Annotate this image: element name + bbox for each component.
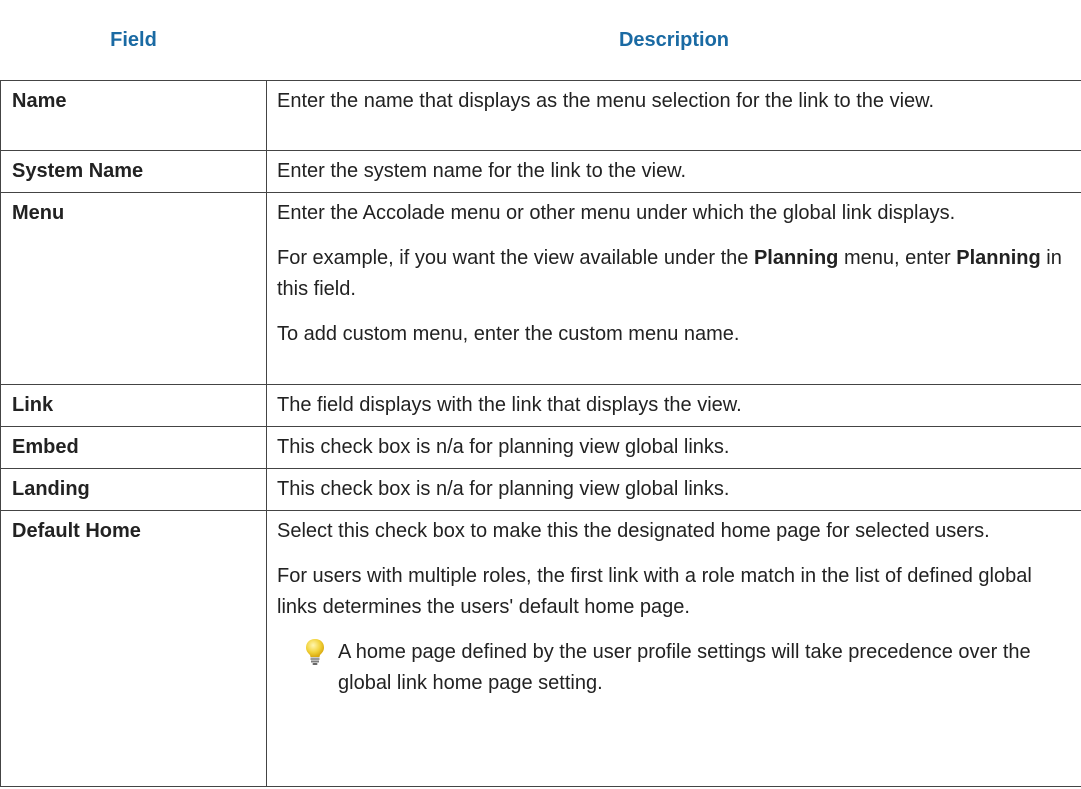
example-text: For example, if you want the view availa… — [277, 243, 1071, 305]
field-name: Default Home — [0, 510, 267, 787]
description-text: To add custom menu, enter the custom men… — [277, 323, 740, 345]
example-bold-planning: Planning — [753, 247, 839, 269]
field-name: Landing — [0, 468, 267, 511]
tip-note: A home page defined by the user profile … — [277, 637, 1071, 699]
description-text: For users with multiple roles, the first… — [277, 565, 1032, 618]
description-text: Enter the system name for the link to th… — [277, 160, 687, 182]
description-text: Select this check box to make this the d… — [277, 520, 990, 542]
field-description: This check box is n/a for planning view … — [266, 468, 1081, 511]
table-header: Field Description — [0, 0, 1081, 81]
table-row: Landing This check box is n/a for planni… — [0, 468, 1081, 511]
field-name: Embed — [0, 426, 267, 469]
field-name: Menu — [0, 192, 267, 385]
example-pre: For example, if you want the view availa… — [277, 247, 754, 269]
table-row: Menu Enter the Accolade menu or other me… — [0, 192, 1081, 385]
description-text: The field displays with the link that di… — [277, 394, 742, 416]
field-description: Enter the name that displays as the menu… — [266, 80, 1081, 151]
description-text: This check box is n/a for planning view … — [277, 478, 730, 500]
field-description: Enter the system name for the link to th… — [266, 150, 1081, 193]
description-text: This check box is n/a for planning view … — [277, 436, 730, 458]
fields-table: Field Description Name Enter the name th… — [0, 0, 1081, 787]
tip-text: A home page defined by the user profile … — [338, 641, 1031, 694]
table-row: Link The field displays with the link th… — [0, 384, 1081, 427]
field-name: Link — [0, 384, 267, 427]
table-row: Default Home Select this check box to ma… — [0, 510, 1081, 787]
table-row: Embed This check box is n/a for planning… — [0, 426, 1081, 469]
field-name: Name — [0, 80, 267, 151]
field-description: The field displays with the link that di… — [266, 384, 1081, 427]
field-description: Select this check box to make this the d… — [266, 510, 1081, 787]
field-description: This check box is n/a for planning view … — [266, 426, 1081, 469]
table-row: Name Enter the name that displays as the… — [0, 80, 1081, 151]
header-description: Description — [266, 0, 1081, 81]
header-field: Field — [0, 0, 267, 81]
example-mid: menu, enter — [838, 247, 957, 269]
field-name: System Name — [0, 150, 267, 193]
description-text: Enter the name that displays as the menu… — [277, 90, 935, 112]
lightbulb-icon — [304, 638, 338, 676]
example-bold-planning-2: Planning — [956, 247, 1041, 269]
table-row: System Name Enter the system name for th… — [0, 150, 1081, 193]
field-description: Enter the Accolade menu or other menu un… — [266, 192, 1081, 385]
description-text: Enter the Accolade menu or other menu un… — [277, 202, 956, 224]
